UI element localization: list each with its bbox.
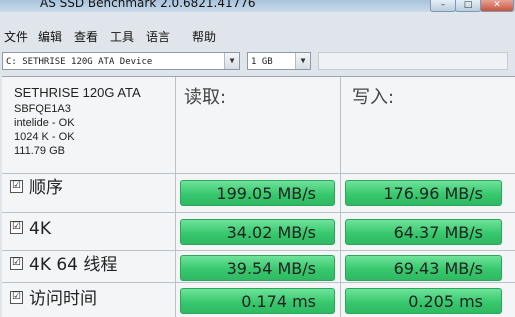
grid-divider (175, 77, 176, 317)
row-label-text: 4K 64 线程 (29, 255, 118, 275)
results-grid: SETHRISE 120G ATA SBFQE1A3 intelide - OK… (2, 76, 515, 317)
access-time-read-result: 0.174 ms (180, 288, 335, 314)
checkbox-icon[interactable]: ☑ (10, 290, 23, 304)
row-label-text: 4K (29, 219, 51, 239)
grid-divider (2, 282, 515, 283)
menu-language[interactable]: 语言 (146, 28, 170, 45)
drive-select[interactable]: C: SETHRISE 120G ATA Device ▼ (2, 52, 240, 70)
menu-bar: 文件 编辑 查看 工具 语言 帮助 (0, 28, 515, 46)
sequential-write-result: 176.96 MB/s (345, 180, 502, 206)
row-label-4k-64-thread[interactable]: ☑ 4K 64 线程 (10, 252, 117, 278)
grid-divider (340, 77, 341, 317)
checkbox-icon[interactable]: ☑ (10, 220, 23, 234)
chevron-down-icon[interactable]: ▼ (295, 53, 310, 69)
4k-64-thread-write-result: 69.43 MB/s (345, 255, 502, 281)
row-label-sequential[interactable]: ☑ 顺序 (10, 175, 63, 201)
grid-divider (2, 212, 515, 213)
write-column-header: 写入: (352, 87, 395, 108)
toolbar-empty-area (318, 52, 508, 70)
minimize-button[interactable]: – (430, 0, 456, 12)
checkbox-icon[interactable]: ☑ (10, 179, 23, 193)
title-bar: AS SSD Benchmark 2.0.6821.41776 – □ ✕ (0, 0, 515, 12)
maximize-button[interactable]: □ (455, 0, 481, 12)
test-size-select[interactable]: 1 GB ▼ (247, 52, 311, 70)
4k-64-thread-read-result: 39.54 MB/s (180, 255, 335, 281)
menu-view[interactable]: 查看 (74, 28, 98, 45)
close-button[interactable]: ✕ (480, 0, 514, 12)
row-label-4k[interactable]: ☑ 4K (10, 216, 51, 242)
row-label-access-time[interactable]: ☑ 访问时间 (10, 286, 97, 312)
driver-status: intelide - OK (14, 117, 75, 129)
row-label-text: 顺序 (29, 178, 63, 198)
checkbox-icon[interactable]: ☑ (10, 256, 23, 270)
chevron-down-icon[interactable]: ▼ (224, 53, 239, 69)
menu-file[interactable]: 文件 (4, 28, 28, 45)
test-size-value: 1 GB (251, 57, 273, 67)
menu-tools[interactable]: 工具 (110, 28, 134, 45)
alignment-status: 1024 K - OK (14, 131, 75, 143)
access-time-write-result: 0.205 ms (345, 288, 502, 314)
drive-select-value: C: SETHRISE 120G ATA Device (6, 57, 153, 67)
4k-read-result: 34.02 MB/s (180, 219, 335, 245)
firmware-version: SBFQE1A3 (14, 103, 71, 115)
grid-divider (2, 250, 515, 251)
grid-divider (2, 173, 515, 174)
4k-write-result: 64.37 MB/s (345, 219, 502, 245)
device-name: SETHRISE 120G ATA (14, 85, 141, 100)
window-title: AS SSD Benchmark 2.0.6821.41776 (40, 0, 256, 10)
menu-edit[interactable]: 编辑 (38, 28, 62, 45)
device-info: SETHRISE 120G ATA SBFQE1A3 intelide - OK… (14, 85, 174, 158)
menu-help[interactable]: 帮助 (192, 28, 216, 45)
sequential-read-result: 199.05 MB/s (180, 180, 335, 206)
row-label-text: 访问时间 (29, 289, 97, 309)
drive-capacity: 111.79 GB (14, 145, 65, 157)
read-column-header: 读取: (184, 87, 227, 108)
